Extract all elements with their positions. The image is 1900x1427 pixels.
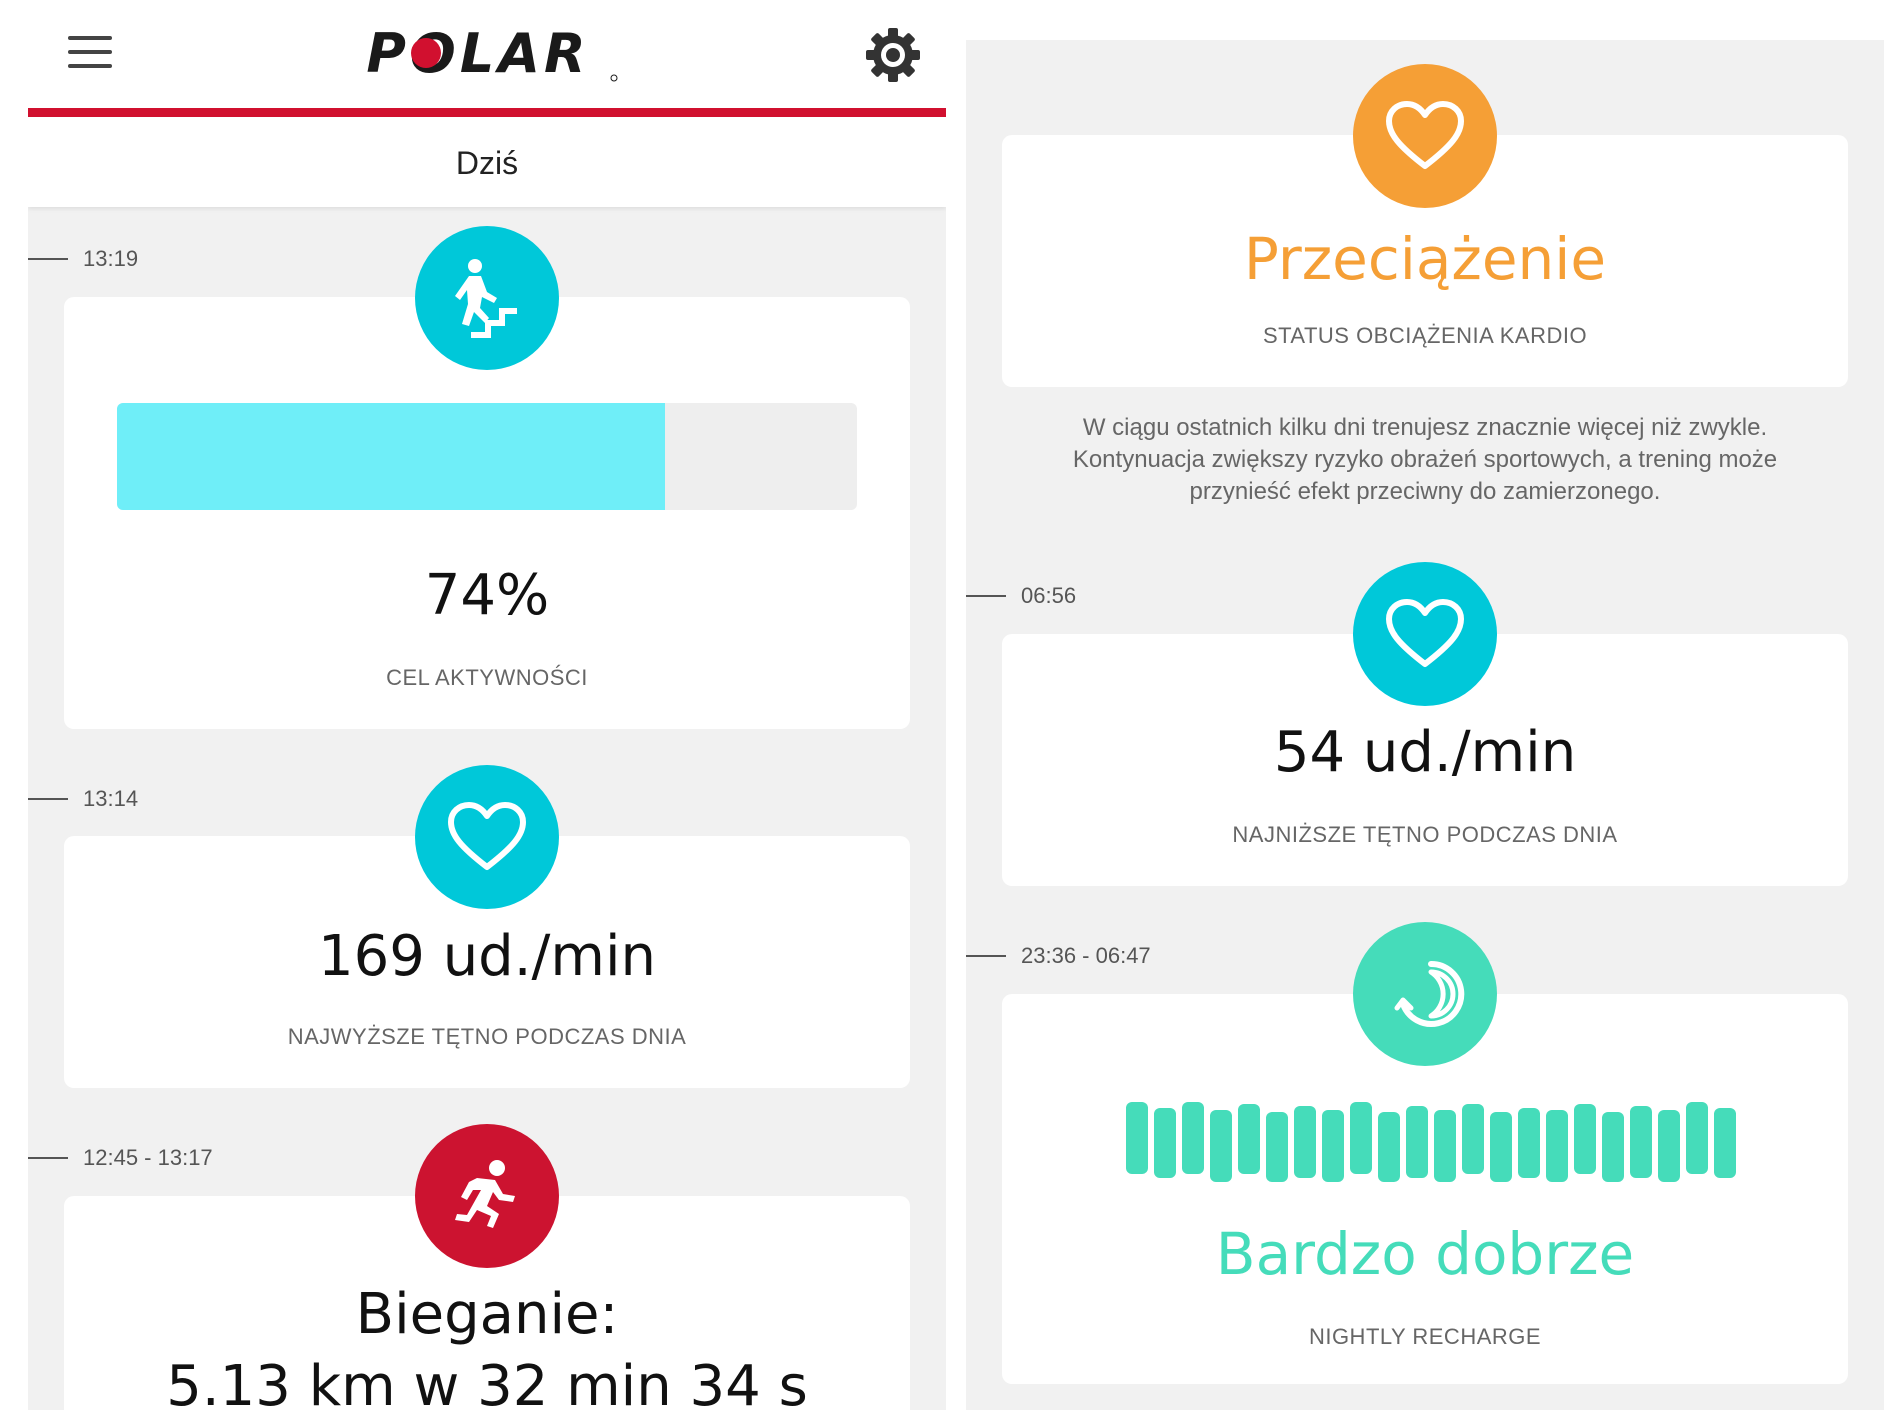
cardio-caption: STATUS OBCIĄŻENIA KARDIO <box>1262 323 1588 348</box>
recharge-time: 23:36 - 06:47 <box>1021 943 1151 968</box>
recharge-bar <box>1378 1112 1400 1182</box>
min-hr-value: 54 ud./min <box>1273 720 1577 785</box>
heart-icon <box>415 765 559 909</box>
stairs-walker-icon <box>415 226 559 370</box>
recharge-bar <box>1602 1112 1624 1182</box>
gear-icon[interactable] <box>864 26 922 84</box>
date-label: Dziś <box>455 145 519 181</box>
recharge-bar <box>1350 1102 1372 1174</box>
right-screen: Przeciążenie STATUS OBCIĄŻENIA KARDIO W … <box>966 40 1884 1410</box>
recharge-bar <box>1518 1108 1540 1178</box>
recharge-bar <box>1434 1110 1456 1182</box>
recharge-bar <box>1182 1102 1204 1174</box>
recharge-status: Bardzo dobrze <box>1215 1220 1635 1288</box>
header-accent-bar <box>28 108 946 117</box>
recharge-bar <box>1714 1108 1736 1178</box>
recharge-bar <box>1266 1112 1288 1182</box>
left-screen: POLAR Dziś 13:19 74% CEL AKTYWNOŚCI 13:1… <box>28 0 946 1410</box>
polar-logo: POLAR <box>366 22 618 85</box>
recharge-bar <box>1574 1104 1596 1174</box>
min-hr-caption: NAJNIŻSZE TĘTNO PODCZAS DNIA <box>1232 822 1618 847</box>
recharge-bar <box>1630 1106 1652 1178</box>
recharge-bar <box>1126 1102 1148 1174</box>
recharge-bar <box>1686 1102 1708 1174</box>
activity-caption: CEL AKTYWNOŚCI <box>386 665 588 690</box>
recharge-bar <box>1462 1104 1484 1174</box>
training-detail: 5.13 km w 32 min 34 s <box>166 1354 808 1410</box>
max-hr-time: 13:14 <box>83 786 139 811</box>
activity-percent: 74% <box>424 563 550 628</box>
date-selector[interactable]: Dziś <box>28 117 946 207</box>
activity-progress-fill <box>117 403 665 510</box>
running-icon <box>415 1124 559 1268</box>
heart-icon <box>1353 562 1497 706</box>
max-hr-value: 169 ud./min <box>318 924 656 989</box>
recharge-bar <box>1154 1108 1176 1178</box>
app-header: POLAR <box>28 0 946 110</box>
timeline-marker: 13:14 <box>28 786 138 812</box>
recharge-bar <box>1406 1106 1428 1178</box>
cardio-status: Przeciążenie <box>1243 225 1607 293</box>
logo-text: POLAR <box>366 22 589 85</box>
recharge-bar <box>1658 1110 1680 1182</box>
activity-progress-bar <box>117 403 857 510</box>
heart-icon <box>1353 64 1497 208</box>
training-time: 12:45 - 13:17 <box>83 1145 213 1170</box>
training-title: Bieganie: <box>355 1282 619 1347</box>
recharge-bar <box>1490 1112 1512 1182</box>
timeline-marker: 13:19 <box>28 246 138 272</box>
activity-time: 13:19 <box>83 246 139 271</box>
recharge-bar <box>1546 1110 1568 1182</box>
moon-recharge-icon <box>1353 922 1497 1066</box>
max-hr-caption: NAJWYŻSZE TĘTNO PODCZAS DNIA <box>287 1024 687 1049</box>
timeline-marker: 23:36 - 06:47 <box>966 943 1151 969</box>
timeline-marker: 06:56 <box>966 583 1076 609</box>
recharge-bar <box>1210 1110 1232 1182</box>
cardio-description: W ciągu ostatnich kilku dni trenujesz zn… <box>1072 414 1778 505</box>
hamburger-icon[interactable] <box>68 36 112 70</box>
min-hr-time: 06:56 <box>1021 583 1077 608</box>
recharge-caption: NIGHTLY RECHARGE <box>1308 1324 1542 1349</box>
recharge-bar <box>1238 1104 1260 1174</box>
timeline-marker: 12:45 - 13:17 <box>28 1145 213 1171</box>
recharge-bar <box>1294 1106 1316 1178</box>
recharge-bar <box>1322 1110 1344 1182</box>
